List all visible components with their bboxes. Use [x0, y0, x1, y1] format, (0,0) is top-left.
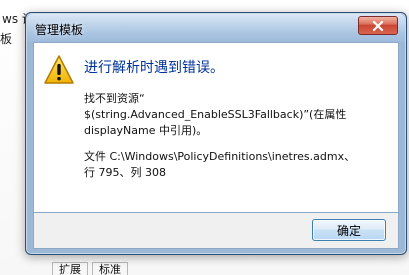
- background-tabs: 扩展 标准: [52, 262, 128, 275]
- main-instruction: 进行解析时遇到错误。: [84, 60, 224, 76]
- details-line: 找不到资源“: [84, 92, 145, 105]
- details-line: displayName 中引用)。: [84, 124, 208, 137]
- details-line: 行 795、列 308: [84, 166, 166, 179]
- dialog-content: 进行解析时遇到错误。 找不到资源“ $(string.Advanced_Enab…: [33, 42, 399, 213]
- warning-icon: [44, 55, 74, 84]
- dialog-title: 管理模板: [35, 23, 84, 37]
- dialog-footer: 确定: [33, 213, 399, 249]
- background-label-fragment: 板: [0, 32, 13, 46]
- details-line: $(string.Advanced_EnableSSL3Fallback)”(在…: [84, 108, 347, 121]
- ok-button[interactable]: 确定: [312, 219, 386, 241]
- tab-extended[interactable]: 扩展: [52, 262, 88, 275]
- details-line: 文件 C:\Windows\PolicyDefinitions\inetres.…: [84, 150, 356, 163]
- details-spacer: [84, 139, 384, 149]
- close-button[interactable]: [358, 16, 398, 35]
- dialog-titlebar[interactable]: 管理模板: [27, 14, 405, 42]
- error-details: 找不到资源“ $(string.Advanced_EnableSSL3Fallb…: [84, 91, 384, 181]
- tab-standard[interactable]: 标准: [92, 262, 128, 275]
- close-icon: [372, 20, 384, 31]
- error-dialog: 管理模板 进行解析时遇到错误。 找不到资源“ $(string.Advanced…: [25, 12, 407, 255]
